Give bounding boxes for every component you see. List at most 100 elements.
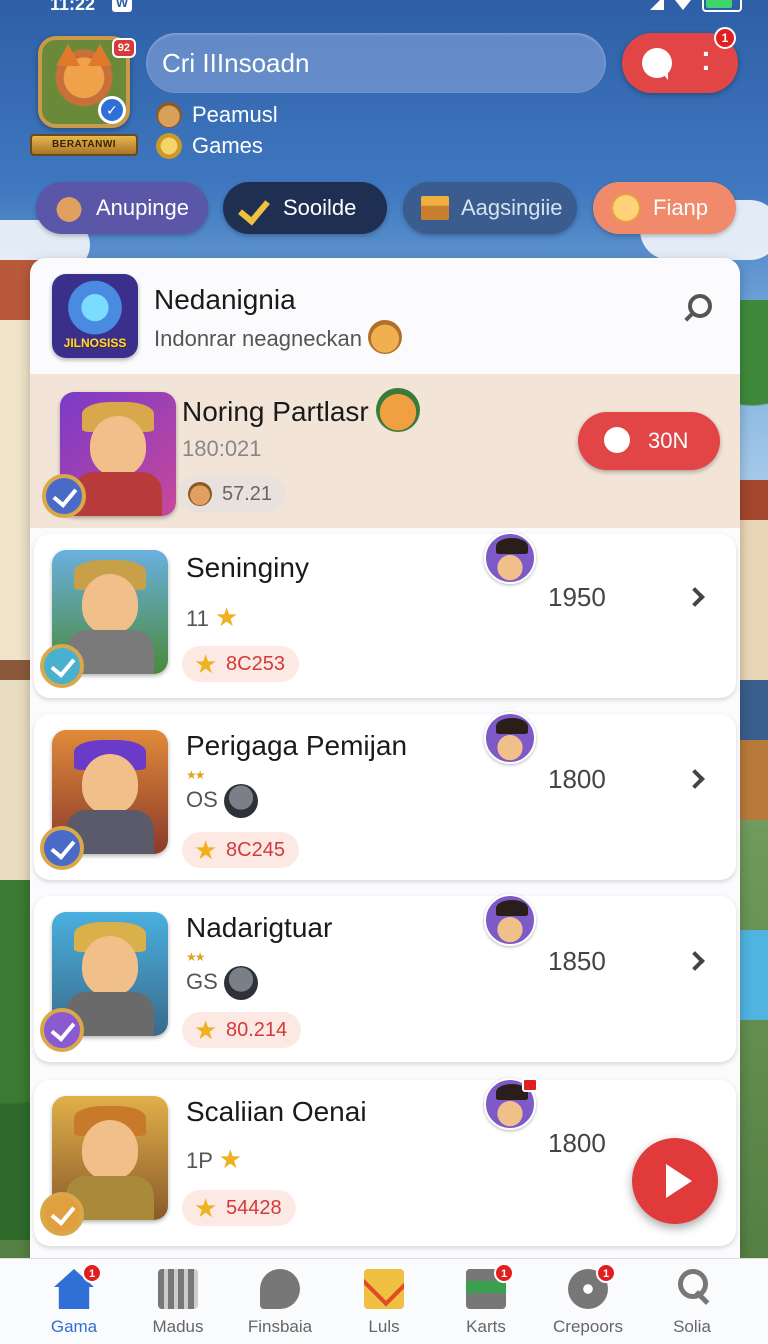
score-pill: 8C253 — [182, 646, 299, 682]
hamster-icon — [376, 388, 420, 432]
fox-ear — [56, 44, 80, 66]
cards-icon: 1 — [466, 1263, 514, 1309]
search-input[interactable]: Cri IIInsoadn — [146, 33, 606, 93]
bench-icon — [421, 196, 449, 220]
nav-item-crepoors[interactable]: 1 Crepoors — [538, 1263, 638, 1341]
more-icon: · · — [702, 38, 712, 83]
hamster-icon — [54, 193, 84, 223]
status-bar: 11:22 W — [0, 0, 768, 16]
row-meta: 11 ★ — [186, 602, 238, 633]
stat-label: Peamusl — [192, 102, 278, 127]
avatar-name-banner: BERATANWI — [30, 134, 138, 156]
list-item[interactable]: Seninginy 11 ★ 8C253 1950 — [34, 532, 736, 698]
chat-button[interactable]: · · 1 — [622, 27, 738, 93]
row-name: Seninginy — [186, 552, 309, 583]
chevron-right-icon[interactable] — [685, 951, 705, 971]
opponent-avatar — [484, 894, 536, 946]
avatar-level-badge: 92 — [111, 38, 136, 58]
gear-icon: 1 — [568, 1263, 616, 1309]
game-list-panel: JILNOSISS Nedanignia Indonrar neagneckan… — [30, 258, 740, 1258]
chip-anupinge[interactable]: Anupinge — [36, 182, 208, 234]
fox-ear — [88, 44, 112, 66]
join-button[interactable]: 30N — [578, 412, 720, 470]
chat-bubble-icon — [642, 48, 672, 80]
status-icons — [650, 0, 742, 12]
chevron-right-icon[interactable] — [685, 587, 705, 607]
chip-sooilde[interactable]: Sooilde — [223, 182, 387, 234]
chat-badge: 1 — [714, 27, 736, 49]
hamster-icon — [156, 102, 182, 128]
panel-title: Nedanignia — [154, 284, 296, 315]
rating-stars: ★★ — [186, 768, 205, 782]
wifi-icon — [674, 0, 692, 10]
nav-label: Solia — [673, 1317, 711, 1336]
face — [82, 936, 138, 996]
list-item[interactable]: Scaliian Oenai 1P ★ 54428 1800 — [34, 1078, 736, 1246]
play-button[interactable] — [632, 1138, 718, 1224]
panel-subtitle: Indonrar neagneckan — [154, 326, 362, 351]
chevron-right-icon[interactable] — [685, 769, 705, 789]
chip-fianp[interactable]: Fianp — [593, 182, 736, 234]
notification-dot — [522, 1078, 538, 1092]
home-icon: 1 — [54, 1263, 102, 1309]
nav-badge: 1 — [82, 1263, 102, 1283]
featured-row[interactable]: Noring Partlasr 180:021 57.21 30N — [30, 374, 740, 528]
stat-label: Games — [192, 133, 263, 158]
signal-icon — [650, 0, 664, 10]
row-meta: 180:021 — [182, 436, 262, 461]
row-meta: GS — [186, 966, 258, 1000]
row-meta-value: 11 — [186, 606, 209, 631]
face — [82, 574, 138, 634]
list-item[interactable]: Nadarigtuar ★★ GS 80.214 1850 — [34, 894, 736, 1062]
header: 92 ✓ BERATANWI Cri IIInsoadn · · 1 Peamus… — [0, 27, 768, 170]
chip-label: Anupinge — [96, 195, 189, 220]
nav-item-solia[interactable]: Solia — [642, 1269, 742, 1341]
category-chips: Anupinge Sooilde Aagsingiie Fianp — [36, 182, 736, 234]
coin-icon — [223, 784, 258, 818]
grid-icon — [158, 1269, 198, 1309]
nav-item-karts[interactable]: 1 Karts — [436, 1263, 536, 1341]
row-meta-value: OS — [186, 786, 218, 812]
mail-icon — [364, 1269, 404, 1309]
nav-item-madus[interactable]: Madus — [128, 1269, 228, 1341]
row-name: Perigaga Pemijan — [186, 730, 408, 761]
opponent-avatar — [484, 532, 536, 584]
rating-stars: ★★ — [186, 950, 205, 964]
row-meta: 1P ★ — [186, 1144, 242, 1175]
row-name: Nadarigtuar — [186, 912, 333, 943]
verified-icon — [40, 1008, 84, 1052]
stat-row: Games — [156, 131, 263, 161]
nav-label: Luls — [368, 1317, 400, 1336]
opponent-score: 1850 — [548, 946, 606, 976]
row-meta-value: GS — [186, 968, 218, 994]
score-pill: 8C245 — [182, 832, 299, 868]
smiley-icon — [611, 193, 641, 223]
chip-label: Sooilde — [283, 195, 357, 220]
chip-aagsingiie[interactable]: Aagsingiie — [403, 182, 577, 234]
nav-item-finsbaia[interactable]: Finsbaia — [230, 1269, 330, 1341]
player-avatar[interactable]: 92 ✓ BERATANWI — [30, 36, 138, 156]
score-pill: 80.214 — [182, 1012, 302, 1048]
row-name: Scaliian Oenai — [186, 1096, 367, 1127]
verified-icon — [40, 826, 84, 870]
opponent-score: 1950 — [548, 582, 606, 612]
chat-icon — [260, 1269, 300, 1309]
nav-item-luls[interactable]: Luls — [334, 1269, 434, 1341]
nav-item-gama[interactable]: 1 Gama — [24, 1263, 124, 1341]
w-app-icon: W — [112, 0, 132, 12]
status-time: 11:22 — [50, 0, 96, 14]
nav-badge: 1 — [596, 1263, 616, 1283]
coin-icon — [156, 133, 182, 159]
armor — [74, 472, 162, 516]
star-icon: ★ — [214, 602, 239, 632]
list-item[interactable]: Perigaga Pemijan ★★ OS 8C245 1800 — [34, 712, 736, 880]
opponent-score: 1800 — [548, 1128, 606, 1158]
bottom-nav: 1 Gama Madus Finsbaia Luls 1 Karts 1 Cre… — [0, 1258, 768, 1344]
chip-label: Fianp — [653, 195, 709, 220]
search-icon[interactable] — [682, 292, 714, 324]
nav-label: Finsbaia — [247, 1317, 313, 1336]
score-pill: 54428 — [182, 1190, 296, 1226]
nav-label: Crepoors — [553, 1317, 623, 1336]
badge-icon — [40, 1192, 84, 1236]
nav-label: Madus — [152, 1317, 204, 1336]
